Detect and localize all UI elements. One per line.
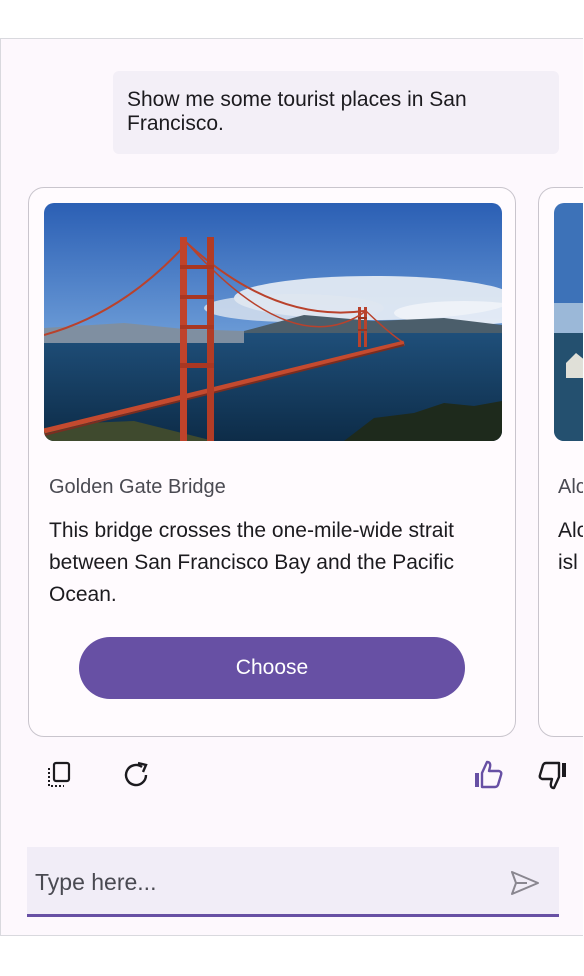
refresh-icon[interactable]	[119, 757, 155, 793]
card-description-line: isl	[558, 551, 578, 574]
card-title: Golden Gate Bridge	[49, 476, 226, 498]
card-description-line: Alc	[558, 519, 583, 542]
card-description: This bridge crosses the one-mile-wide st…	[49, 519, 455, 606]
thumbs-up-icon[interactable]	[470, 757, 506, 793]
chat-screen: Show me some tourist places in San Franc…	[0, 38, 583, 936]
alcatraz-image	[554, 203, 583, 441]
card-description: Alc isl	[558, 515, 583, 579]
choose-button[interactable]: Choose	[79, 637, 465, 699]
golden-gate-bridge-image	[44, 203, 502, 441]
message-input[interactable]	[33, 861, 497, 903]
place-card-golden-gate[interactable]: Golden Gate Bridge This bridge crosses t…	[28, 187, 516, 737]
user-message-text: Show me some tourist places in San Franc…	[127, 88, 467, 135]
response-actions	[1, 757, 583, 797]
send-icon[interactable]	[509, 867, 541, 899]
thumbs-down-icon[interactable]	[535, 757, 571, 793]
copy-icon[interactable]	[43, 757, 79, 793]
place-card-alcatraz-partial[interactable]: Alc Alc isl	[538, 187, 583, 737]
card-title: Alc	[558, 476, 583, 498]
user-message-bubble: Show me some tourist places in San Franc…	[113, 71, 559, 154]
message-composer	[27, 847, 559, 917]
places-carousel[interactable]: Golden Gate Bridge This bridge crosses t…	[1, 187, 583, 747]
